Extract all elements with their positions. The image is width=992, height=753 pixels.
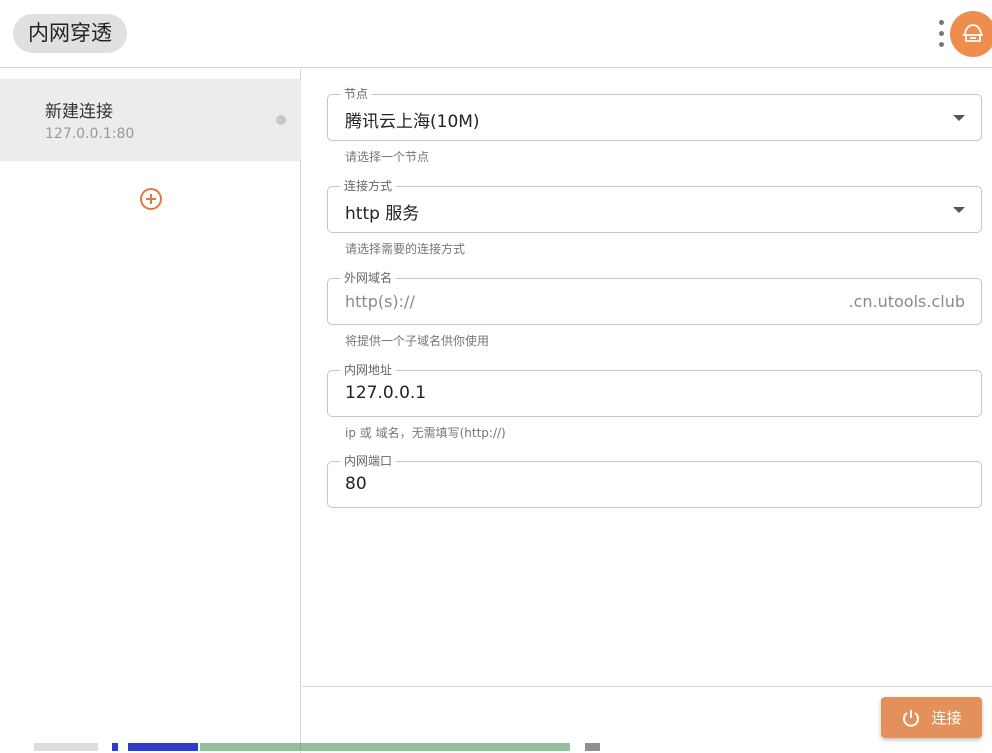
domain-input[interactable]: 外网域名 http(s):// .cn.utools.club: [327, 270, 982, 325]
local-host-value: 127.0.0.1: [345, 383, 427, 403]
connection-item[interactable]: 新建连接 127.0.0.1:80: [0, 79, 301, 161]
domain-prefix: http(s)://: [345, 292, 415, 311]
node-hint: 请选择一个节点: [345, 150, 430, 164]
add-circle-icon[interactable]: [139, 187, 163, 211]
local-host-label: 内网地址: [340, 362, 397, 378]
background-window-strip: [0, 741, 600, 753]
connection-address: 127.0.0.1:80: [45, 126, 135, 142]
node-select[interactable]: 节点 腾讯云上海(10M): [327, 86, 982, 141]
node-label: 节点: [340, 86, 373, 102]
local-port-label: 内网端口: [340, 453, 397, 469]
domain-hint: 将提供一个子域名供你使用: [345, 334, 490, 348]
connection-status-dot: [276, 115, 286, 125]
power-icon: [903, 709, 920, 727]
connect-type-hint: 请选择需要的连接方式: [345, 242, 466, 256]
app-header: 内网穿透: [0, 0, 992, 68]
connect-button[interactable]: 连接: [881, 697, 982, 738]
sidebar: 新建连接 127.0.0.1:80: [0, 69, 301, 753]
local-host-hint: ip 或 域名，无需填写(http://): [345, 426, 506, 440]
app-title: 内网穿透: [13, 14, 127, 53]
dropdown-arrow-icon: [953, 115, 965, 121]
connect-type-select[interactable]: 连接方式 http 服务: [327, 178, 982, 233]
connect-label: 连接: [931, 709, 962, 727]
node-value: 腾讯云上海(10M): [345, 112, 480, 132]
dropdown-arrow-icon: [953, 207, 965, 213]
tunnel-app-icon[interactable]: [950, 11, 992, 57]
connect-type-label: 连接方式: [340, 178, 397, 194]
local-host-input[interactable]: 内网地址 127.0.0.1: [327, 362, 982, 417]
connection-name: 新建连接: [45, 102, 113, 122]
domain-suffix: .cn.utools.club: [848, 292, 965, 311]
more-vert-icon[interactable]: [932, 18, 950, 50]
domain-label: 外网域名: [340, 270, 397, 286]
main-form: 节点 腾讯云上海(10M) 请选择一个节点 连接方式 http 服务 请选择需要…: [302, 69, 992, 753]
local-port-input[interactable]: 内网端口 80: [327, 453, 982, 508]
connect-type-value: http 服务: [345, 204, 420, 224]
local-port-value: 80: [345, 474, 367, 494]
